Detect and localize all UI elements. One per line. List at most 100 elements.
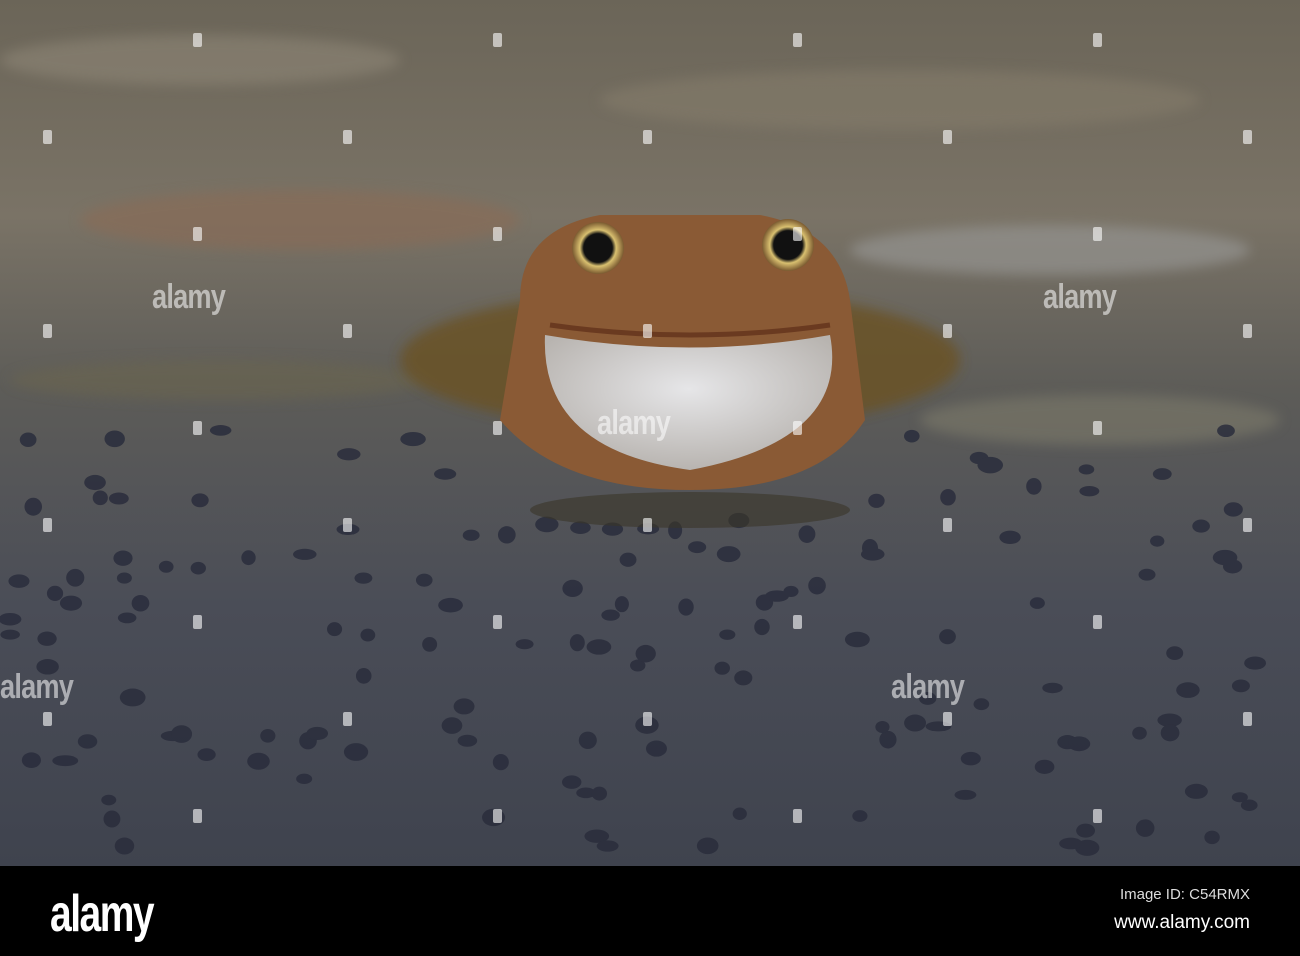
frogspawn-egg xyxy=(1244,656,1267,670)
frogspawn-egg xyxy=(260,728,276,743)
watermark-dot xyxy=(193,615,202,629)
frogspawn-egg xyxy=(1192,519,1210,533)
watermark-dot xyxy=(793,33,802,47)
watermark: alamy xyxy=(891,668,965,706)
frogspawn-egg xyxy=(1078,464,1095,475)
watermark-dot xyxy=(643,712,652,726)
frogspawn-egg xyxy=(1204,830,1220,845)
frogspawn-egg xyxy=(562,775,582,789)
frogspawn-egg xyxy=(306,726,329,741)
watermark-dot xyxy=(1243,324,1252,338)
frogspawn-egg xyxy=(37,631,57,646)
frogspawn-egg xyxy=(119,688,146,707)
frogspawn-egg xyxy=(171,725,193,743)
frogspawn-egg xyxy=(422,636,438,652)
frogspawn-egg xyxy=(696,837,719,855)
watermark-dot xyxy=(643,518,652,532)
frogspawn-egg xyxy=(326,622,343,637)
frogspawn-egg xyxy=(293,548,317,560)
watermark-dot xyxy=(493,33,502,47)
frogspawn-egg xyxy=(92,490,108,506)
watermark-dot xyxy=(43,518,52,532)
frogspawn-egg xyxy=(939,629,956,645)
frogspawn-egg xyxy=(457,734,478,747)
watermark-dot xyxy=(193,33,202,47)
frogspawn-egg xyxy=(852,810,868,822)
frogspawn-egg xyxy=(732,807,747,820)
frogspawn-egg xyxy=(360,628,376,642)
frogspawn-egg xyxy=(1231,679,1250,693)
frogspawn-egg xyxy=(1079,485,1100,497)
frogspawn-egg xyxy=(438,597,463,613)
frogspawn-egg xyxy=(578,731,597,750)
frogspawn-egg xyxy=(434,468,457,480)
frogspawn-egg xyxy=(1138,568,1156,581)
frogspawn-egg xyxy=(1176,682,1200,698)
frogspawn-egg xyxy=(19,432,37,448)
frogspawn-egg xyxy=(716,546,741,563)
watermark-dot xyxy=(1243,130,1252,144)
frogspawn-egg xyxy=(515,639,534,650)
watermark-dot xyxy=(793,615,802,629)
watermark-dot xyxy=(793,227,802,241)
frogspawn-egg xyxy=(783,585,799,597)
frogspawn-egg xyxy=(678,598,694,616)
watermark-dot xyxy=(643,130,652,144)
frogspawn-egg xyxy=(113,550,133,566)
frogspawn-egg xyxy=(754,618,770,636)
frogspawn-egg xyxy=(1067,736,1091,752)
frogspawn-egg xyxy=(66,568,85,587)
frogspawn-egg xyxy=(1135,819,1155,837)
frogspawn-egg xyxy=(462,529,480,541)
frogspawn-egg xyxy=(400,432,426,447)
frogspawn-egg xyxy=(1150,535,1165,547)
watermark-dot xyxy=(793,421,802,435)
frogspawn-egg xyxy=(734,670,753,686)
frogspawn-egg xyxy=(1223,502,1243,517)
frogspawn-egg xyxy=(1240,799,1258,811)
watermark-dot xyxy=(193,227,202,241)
frogspawn-egg xyxy=(904,429,920,443)
watermark-dot xyxy=(1243,518,1252,532)
watermark-dot xyxy=(493,615,502,629)
frogspawn-egg xyxy=(798,525,816,543)
frogspawn-egg xyxy=(1029,597,1045,609)
frogspawn-egg xyxy=(453,698,475,715)
watermark-dot xyxy=(343,518,352,532)
watermark-dot xyxy=(343,712,352,726)
frogspawn-egg xyxy=(101,794,117,806)
watermark-dot xyxy=(343,324,352,338)
frogspawn-egg xyxy=(354,572,373,584)
watermark-dot xyxy=(643,324,652,338)
frogspawn-egg xyxy=(973,698,990,711)
frogspawn-egg xyxy=(337,448,361,461)
frogspawn-egg xyxy=(954,789,977,800)
watermark-dot xyxy=(1093,809,1102,823)
frogspawn-egg xyxy=(619,552,637,567)
frogspawn-egg xyxy=(24,497,43,516)
frogspawn-egg xyxy=(52,755,79,767)
frogspawn-egg xyxy=(591,786,608,801)
frogspawn-egg xyxy=(1184,783,1208,799)
frogspawn-egg xyxy=(77,734,98,749)
frogspawn-egg xyxy=(808,576,826,595)
frogspawn-egg xyxy=(1076,823,1096,838)
frogspawn-egg xyxy=(497,526,516,544)
frogspawn-egg xyxy=(1212,549,1238,566)
footer-bar: alamy Image ID: C54RMX www.alamy.com xyxy=(0,866,1300,956)
frogspawn-egg xyxy=(860,547,885,561)
frogspawn-egg xyxy=(1059,837,1083,850)
watermark-dot xyxy=(193,809,202,823)
watermark-dot xyxy=(943,712,952,726)
frogspawn-egg xyxy=(635,644,656,663)
frogspawn-egg xyxy=(569,634,585,652)
frogspawn-egg xyxy=(1217,424,1235,438)
watermark-dot xyxy=(1093,421,1102,435)
frogspawn-egg xyxy=(999,530,1021,545)
frogspawn-egg xyxy=(343,743,369,761)
frogspawn-egg xyxy=(1166,646,1184,661)
frogspawn-egg xyxy=(977,456,1004,474)
frogspawn-egg xyxy=(719,629,736,640)
watermark: alamy xyxy=(597,404,671,442)
frogspawn-egg xyxy=(84,474,106,491)
